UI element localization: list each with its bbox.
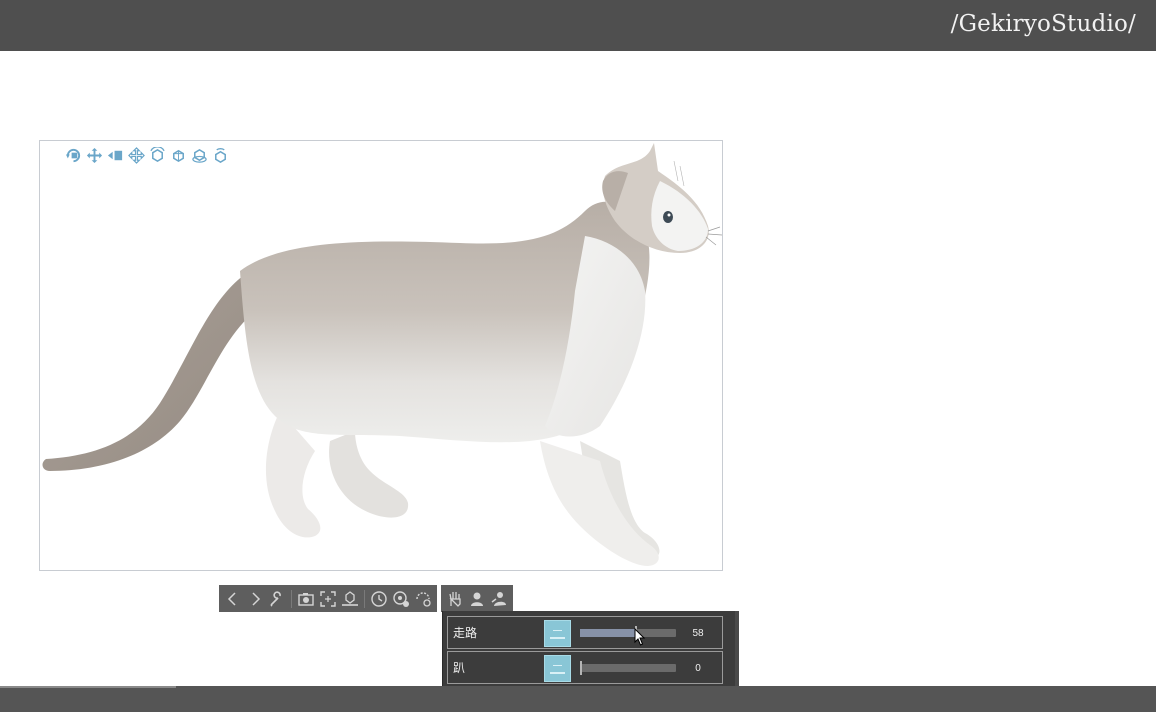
- slider-handle[interactable]: [580, 661, 582, 675]
- wrench-icon[interactable]: [266, 588, 288, 610]
- object-rotate-y-icon[interactable]: [190, 146, 208, 164]
- rotation-reset-icon[interactable]: [390, 588, 412, 610]
- 3d-canvas[interactable]: [39, 140, 723, 571]
- object-rotate-icon[interactable]: [148, 146, 166, 164]
- object-move-icon[interactable]: [127, 146, 145, 164]
- object-rotate-x-icon[interactable]: [169, 146, 187, 164]
- pose-name: 走路: [453, 626, 478, 640]
- camera-icon[interactable]: [295, 588, 317, 610]
- camera-toolbar: [64, 144, 229, 166]
- pose-thumbnail[interactable]: [544, 620, 571, 647]
- pose-row-lie[interactable]: 趴 0: [447, 651, 723, 684]
- next-icon[interactable]: [244, 588, 266, 610]
- object-launcher-toolbar: [219, 585, 513, 612]
- pose-row-walk[interactable]: 走路 58: [447, 616, 723, 649]
- launcher-group-main: [219, 585, 437, 612]
- pose-blend-slider[interactable]: [580, 661, 676, 675]
- launcher-group-pose: [441, 585, 513, 612]
- object-rotate-z-icon[interactable]: [211, 146, 229, 164]
- all-reset-icon[interactable]: [412, 588, 434, 610]
- top-bar: /GekiryoStudio/: [0, 0, 1156, 51]
- pose-value: 0: [695, 663, 701, 674]
- pose-body-icon[interactable]: [488, 588, 510, 610]
- mouse-pointer-icon: [634, 628, 646, 646]
- camera-pan-icon[interactable]: [85, 146, 103, 164]
- camera-rotate-icon[interactable]: [64, 146, 82, 164]
- pose-reset-icon[interactable]: [368, 588, 390, 610]
- slider-fill: [580, 629, 636, 637]
- pose-hand-icon[interactable]: [444, 588, 466, 610]
- previous-icon[interactable]: [222, 588, 244, 610]
- pose-thumbnail[interactable]: [544, 655, 571, 682]
- fit-to-view-icon[interactable]: [317, 588, 339, 610]
- cat-3d-model[interactable]: [40, 141, 723, 571]
- pose-value: 58: [692, 628, 704, 639]
- pose-blend-slider[interactable]: [580, 626, 676, 640]
- bottom-bar-accent: [0, 686, 176, 688]
- toolbar-separator: [291, 589, 292, 608]
- pose-bust-icon[interactable]: [466, 588, 488, 610]
- bottom-bar: [0, 686, 1156, 712]
- studio-logo: /GekiryoStudio/: [950, 11, 1136, 37]
- toolbar-separator: [364, 589, 365, 608]
- camera-dolly-icon[interactable]: [106, 146, 124, 164]
- pose-name: 趴: [453, 661, 466, 675]
- ground-icon[interactable]: [339, 588, 361, 610]
